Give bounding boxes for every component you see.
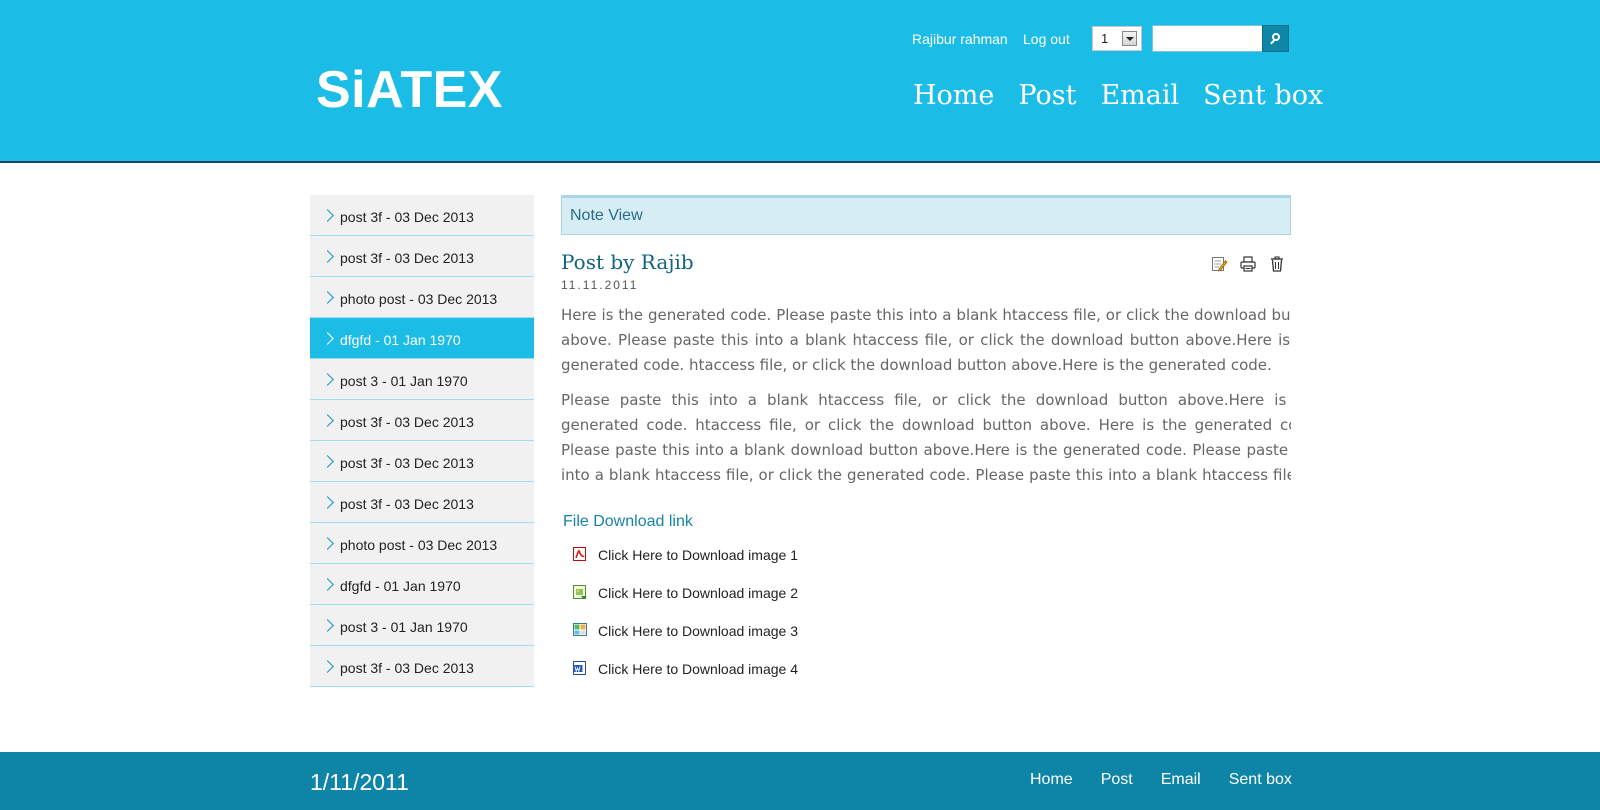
chevron-right-icon [321, 332, 334, 345]
list-item-active[interactable]: dfgfd - 01 Jan 1970 [310, 318, 534, 359]
page-select-value: 1 [1101, 31, 1109, 46]
download-link-label: Click Here to Download image 4 [598, 661, 798, 677]
chevron-right-icon [321, 455, 334, 468]
list-item[interactable]: post 3f - 03 Dec 2013 [310, 400, 534, 441]
download-section-title: File Download link [563, 513, 693, 530]
chevron-right-icon [321, 373, 334, 386]
list-item[interactable]: post 3f - 03 Dec 2013 [310, 482, 534, 523]
word-file-icon [573, 661, 586, 675]
list-item-label: post 3f - 03 Dec 2013 [340, 660, 474, 676]
chevron-right-icon [321, 660, 334, 673]
footer-nav-email[interactable]: Email [1161, 771, 1201, 789]
edit-icon[interactable] [1210, 255, 1228, 273]
list-item[interactable]: photo post - 03 Dec 2013 [310, 523, 534, 564]
pdf-file-icon [573, 547, 586, 561]
logout-link[interactable]: Log out [1023, 31, 1070, 47]
chevron-right-icon [321, 209, 334, 222]
footer-nav-post[interactable]: Post [1101, 771, 1133, 789]
search-input[interactable] [1152, 25, 1263, 52]
user-name[interactable]: Rajibur rahman [912, 31, 1008, 47]
chevron-right-icon [321, 291, 334, 304]
list-item[interactable]: post 3f - 03 Dec 2013 [310, 236, 534, 277]
list-item-label: photo post - 03 Dec 2013 [340, 537, 498, 553]
download-link-label: Click Here to Download image 3 [598, 623, 798, 639]
chevron-down-icon[interactable] [1122, 31, 1137, 46]
spreadsheet-file-icon [573, 623, 587, 636]
list-item-label: post 3f - 03 Dec 2013 [340, 209, 474, 225]
list-item[interactable]: post 3f - 03 Dec 2013 [310, 195, 534, 236]
chevron-right-icon [321, 537, 334, 550]
chevron-right-icon [321, 250, 334, 263]
list-item[interactable]: post 3 - 01 Jan 1970 [310, 605, 534, 646]
list-item-label: photo post - 03 Dec 2013 [340, 291, 498, 307]
post-title: Post by Rajib [561, 250, 694, 274]
section-header: Note View [561, 195, 1291, 235]
nav-post[interactable]: Post [1018, 80, 1076, 111]
list-item[interactable]: post 3f - 03 Dec 2013 [310, 441, 534, 482]
nav-email[interactable]: Email [1100, 80, 1179, 111]
chevron-right-icon [321, 496, 334, 509]
list-item[interactable]: photo post - 03 Dec 2013 [310, 277, 534, 318]
list-item-label: dfgfd - 01 Jan 1970 [340, 332, 461, 348]
nav-sent-box[interactable]: Sent box [1203, 80, 1323, 111]
post-paragraph: Please paste this into a blank htaccess … [561, 391, 1291, 484]
search-button[interactable] [1262, 25, 1289, 52]
download-link-label: Click Here to Download image 1 [598, 547, 798, 563]
site-logo[interactable]: SiATEX [316, 60, 503, 120]
footer-nav: Home Post Email Sent box [1030, 771, 1320, 789]
list-item-label: post 3f - 03 Dec 2013 [340, 455, 474, 471]
list-item-label: post 3f - 03 Dec 2013 [340, 414, 474, 430]
trash-icon[interactable] [1268, 255, 1286, 273]
list-item[interactable]: post 3 - 01 Jan 1970 [310, 359, 534, 400]
list-item-label: post 3f - 03 Dec 2013 [340, 496, 474, 512]
list-item-label: post 3 - 01 Jan 1970 [340, 619, 468, 635]
post-date: 11.11.2011 [561, 278, 639, 292]
main-nav: Home Post Email Sent box [913, 80, 1347, 111]
chevron-right-icon [321, 414, 334, 427]
post-paragraph: Here is the generated code. Please paste… [561, 306, 1291, 374]
header: SiATEX Rajibur rahman Log out 1 Home Pos… [0, 0, 1600, 163]
list-item-label: dfgfd - 01 Jan 1970 [340, 578, 461, 594]
list-item-label: post 3 - 01 Jan 1970 [340, 373, 468, 389]
chevron-right-icon [321, 619, 334, 632]
post-list-sidebar: post 3f - 03 Dec 2013 post 3f - 03 Dec 2… [310, 195, 534, 687]
download-link-label: Click Here to Download image 2 [598, 585, 798, 601]
print-icon[interactable] [1239, 255, 1257, 273]
nav-home[interactable]: Home [913, 80, 994, 111]
section-title: Note View [570, 207, 643, 224]
page-select[interactable]: 1 [1092, 26, 1142, 51]
post-body: Here is the generated code. Please paste… [561, 303, 1291, 487]
list-item-label: post 3f - 03 Dec 2013 [340, 250, 474, 266]
image-file-icon [573, 585, 587, 600]
chevron-right-icon [321, 578, 334, 591]
list-item[interactable]: post 3f - 03 Dec 2013 [310, 646, 534, 687]
footer: 1/11/2011 Home Post Email Sent box [0, 752, 1600, 810]
footer-nav-sent-box[interactable]: Sent box [1229, 771, 1292, 789]
footer-nav-home[interactable]: Home [1030, 771, 1073, 789]
footer-date: 1/11/2011 [310, 769, 409, 795]
list-item[interactable]: dfgfd - 01 Jan 1970 [310, 564, 534, 605]
